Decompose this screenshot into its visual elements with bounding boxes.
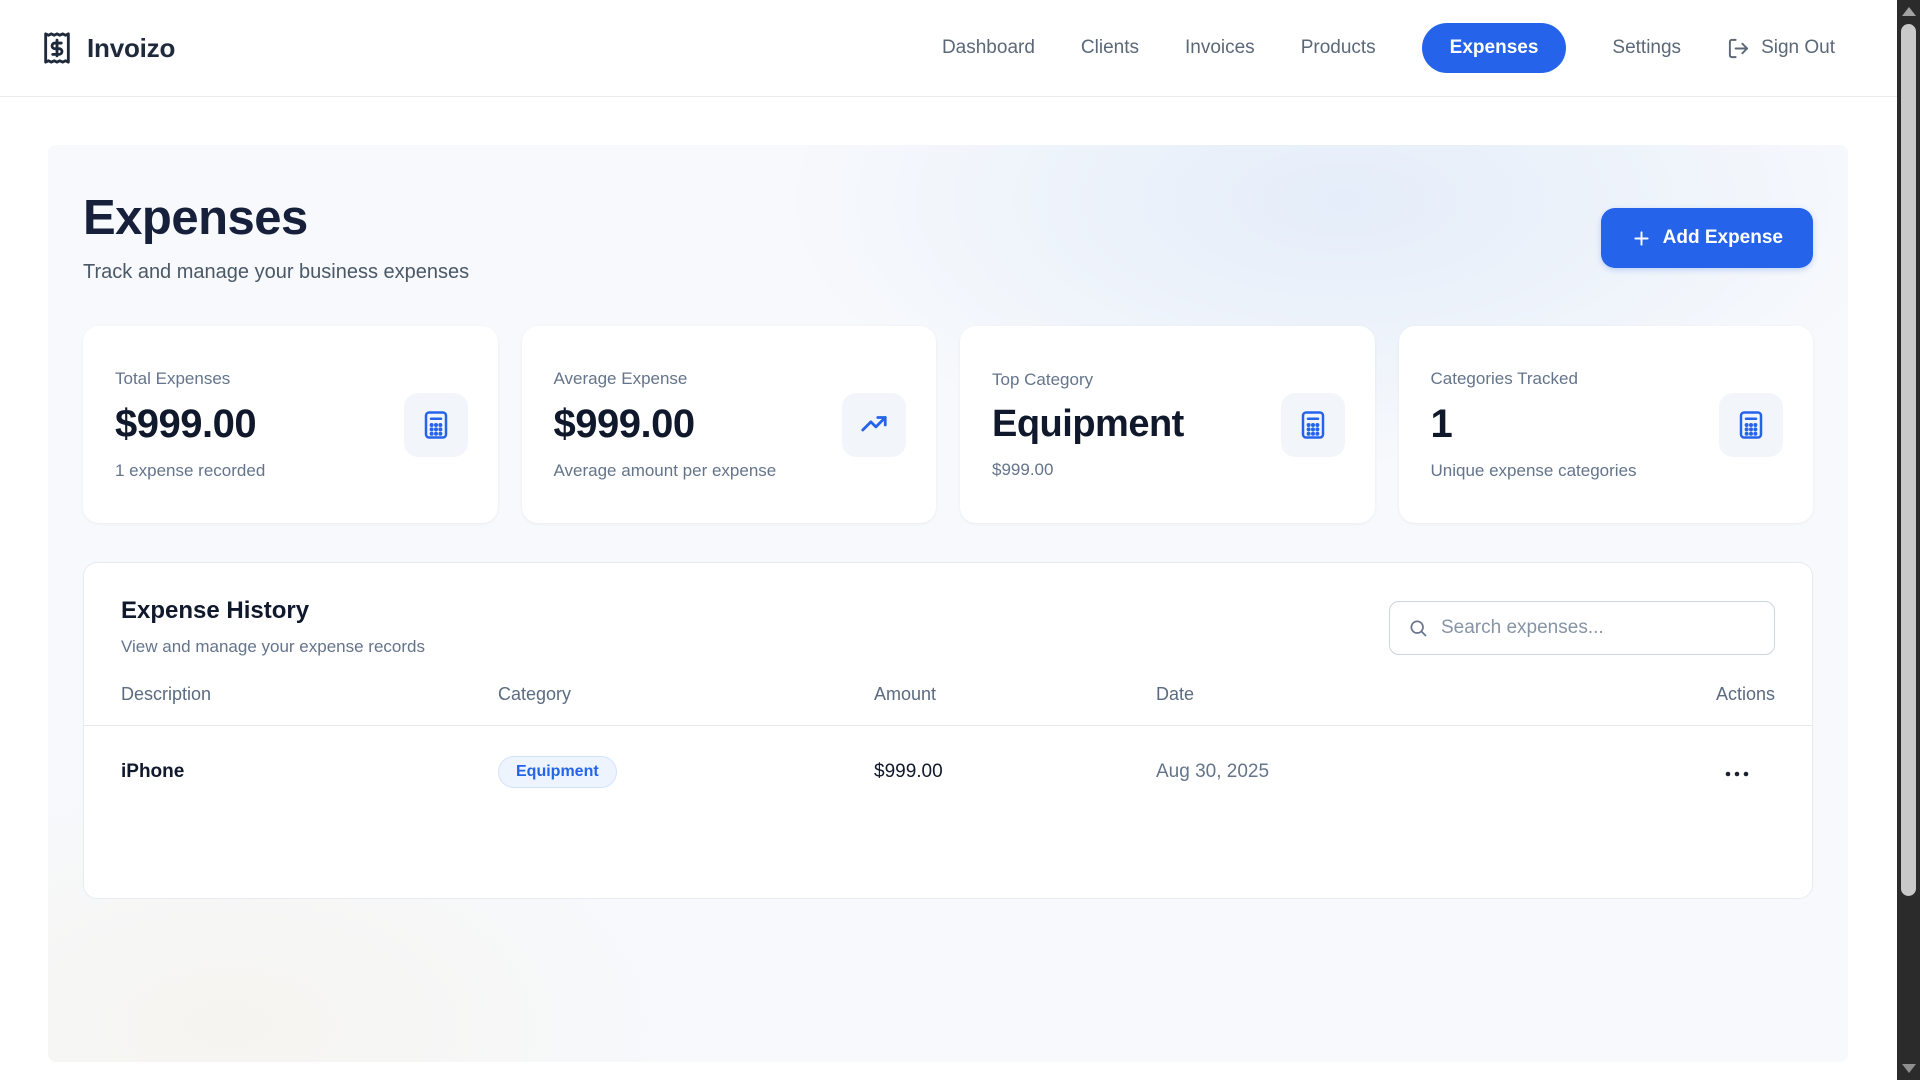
page-header: Expenses Track and manage your business … [83, 190, 1813, 284]
nav-item-expenses-active[interactable]: Expenses [1422, 23, 1567, 73]
stat-label: Top Category [992, 370, 1343, 390]
stat-label: Total Expenses [115, 369, 466, 389]
scrollbar-thumb[interactable] [1901, 24, 1916, 896]
column-header-amount: Amount [874, 684, 1156, 705]
search-input[interactable] [1441, 617, 1756, 639]
column-header-date: Date [1156, 684, 1646, 705]
column-header-description: Description [121, 684, 498, 705]
expense-amount: $999.00 [874, 761, 1156, 783]
trending-up-icon [842, 393, 906, 457]
nav-item-clients[interactable]: Clients [1081, 37, 1139, 59]
nav-item-dashboard[interactable]: Dashboard [942, 37, 1035, 59]
expense-history-titles: Expense History View and manage your exp… [121, 597, 425, 657]
add-expense-button[interactable]: Add Expense [1601, 208, 1813, 268]
vertical-scrollbar[interactable] [1897, 0, 1920, 1080]
add-expense-label: Add Expense [1663, 227, 1783, 249]
scrollbar-up-arrow-icon[interactable] [1902, 7, 1916, 16]
stat-label: Categories Tracked [1431, 369, 1782, 389]
calculator-icon [404, 393, 468, 457]
stat-sub: $999.00 [992, 460, 1343, 480]
sign-out-button[interactable]: Sign Out [1727, 37, 1835, 60]
expense-history-card: Expense History View and manage your exp… [83, 562, 1813, 899]
stat-card-total-expenses: Total Expenses $999.00 1 expense recorde… [83, 326, 498, 523]
page: Invoizo Dashboard Clients Invoices Produ… [0, 0, 1897, 1080]
table-header: Description Category Amount Date Actions [84, 684, 1812, 726]
stat-sub: Average amount per expense [554, 461, 905, 481]
stats-row: Total Expenses $999.00 1 expense recorde… [83, 326, 1813, 523]
expense-actions-cell [1646, 759, 1775, 786]
nav-item-invoices[interactable]: Invoices [1185, 37, 1255, 59]
nav-links: Dashboard Clients Invoices Products Expe… [942, 23, 1835, 73]
receipt-dollar-icon [40, 31, 74, 65]
expense-date: Aug 30, 2025 [1156, 761, 1646, 783]
search-icon [1408, 618, 1428, 638]
scrollbar-down-arrow-icon[interactable] [1902, 1064, 1916, 1073]
column-header-actions: Actions [1646, 684, 1775, 705]
table-row: iPhone Equipment $999.00 Aug 30, 2025 [84, 726, 1812, 818]
stat-sub: Unique expense categories [1431, 461, 1782, 481]
page-subtitle: Track and manage your business expenses [83, 261, 469, 284]
stat-sub: 1 expense recorded [115, 461, 466, 481]
nav-item-products[interactable]: Products [1301, 37, 1376, 59]
stat-card-top-category: Top Category Equipment $999.00 [960, 326, 1375, 523]
main-panel: Expenses Track and manage your business … [48, 145, 1848, 1062]
brand-logo: Invoizo [40, 31, 175, 65]
stat-card-categories-tracked: Categories Tracked 1 Unique expense cate… [1399, 326, 1814, 523]
expense-category-cell: Equipment [498, 756, 874, 788]
plus-icon [1631, 228, 1652, 249]
stat-card-average-expense: Average Expense $999.00 Average amount p… [522, 326, 937, 523]
section-subtitle: View and manage your expense records [121, 637, 425, 657]
expense-history-header: Expense History View and manage your exp… [84, 563, 1812, 657]
sign-out-label: Sign Out [1761, 37, 1835, 59]
expense-description: iPhone [121, 761, 498, 783]
page-header-text: Expenses Track and manage your business … [83, 190, 469, 284]
section-title: Expense History [121, 597, 425, 625]
calculator-icon [1281, 393, 1345, 457]
ellipsis-icon [1725, 771, 1749, 777]
brand-name: Invoizo [87, 33, 175, 64]
stat-label: Average Expense [554, 369, 905, 389]
row-actions-menu-button[interactable] [1721, 759, 1753, 786]
calculator-icon [1719, 393, 1783, 457]
log-out-icon [1727, 37, 1750, 60]
nav-item-settings[interactable]: Settings [1612, 37, 1681, 59]
column-header-category: Category [498, 684, 874, 705]
page-title: Expenses [83, 190, 469, 246]
search-box[interactable] [1389, 601, 1775, 655]
category-badge: Equipment [498, 756, 617, 788]
top-nav: Invoizo Dashboard Clients Invoices Produ… [0, 0, 1897, 97]
